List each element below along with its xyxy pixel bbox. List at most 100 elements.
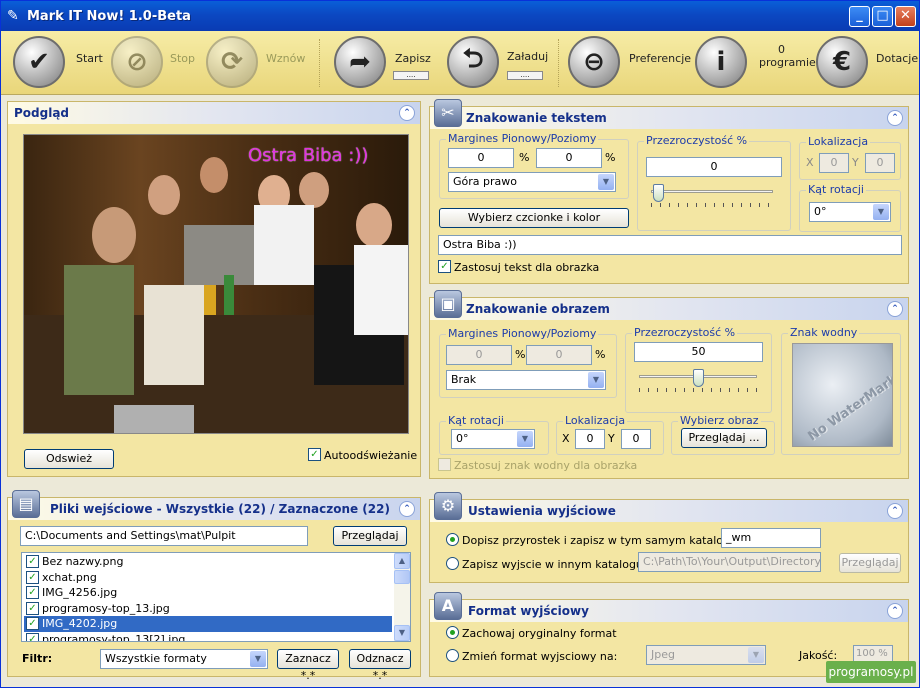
deselect-all-button[interactable]: Odznacz *.* xyxy=(349,649,411,682)
image-margins-label: Margines Pionowy/Poziomy xyxy=(446,327,599,340)
about-count: 0 xyxy=(778,43,785,56)
file-checkbox[interactable]: ✓ xyxy=(26,601,39,615)
text-rotation-value: 0° xyxy=(814,205,827,218)
text-transparency-label: Przezroczystość % xyxy=(644,134,750,147)
refresh-button[interactable]: Odswież xyxy=(24,449,114,469)
minimize-button[interactable]: _ xyxy=(849,6,870,27)
chevron-down-icon: ▼ xyxy=(250,651,266,667)
settings-icon: ⚙ xyxy=(434,492,462,520)
text-margin-v-input[interactable]: 0 xyxy=(448,148,514,168)
output-dir-input[interactable]: C:\Path\To\Your\Output\Directory xyxy=(638,552,821,572)
list-item[interactable]: ✓ Bez nazwy.png xyxy=(24,554,392,570)
watermark-placeholder: No WaterMark Loaded xyxy=(805,344,893,445)
select-all-button[interactable]: Zaznacz *.* xyxy=(277,649,339,682)
save-button[interactable]: ➦ xyxy=(334,36,386,88)
browse-image-button[interactable]: Przeglądaj ... xyxy=(681,428,767,448)
list-item[interactable]: ✓ programosy-top_13[2].jpg xyxy=(24,632,392,641)
file-checkbox[interactable]: ✓ xyxy=(26,555,39,568)
donate-button[interactable]: € xyxy=(816,36,868,88)
back-arrow-icon: ⮌ xyxy=(462,44,484,74)
image-loc-y-input[interactable]: 0 xyxy=(621,429,651,449)
list-item[interactable]: ✓ IMG_4202.jpg xyxy=(24,616,392,632)
apply-text-label: Zastosuj tekst dla obrazka xyxy=(454,261,600,274)
input-path-field[interactable]: C:\Documents and Settings\mat\Pulpit xyxy=(20,526,308,546)
list-item[interactable]: ✓ IMG_4256.jpg xyxy=(24,585,392,601)
loc-y-label: Y xyxy=(852,156,859,169)
keep-format-radio[interactable] xyxy=(446,626,459,639)
browse-output-button[interactable]: Przeglądaj xyxy=(839,553,901,573)
collapse-icon[interactable]: ⌃ xyxy=(887,301,903,317)
file-checkbox[interactable]: ✓ xyxy=(26,570,39,584)
preferences-label: Preferencje xyxy=(629,52,692,65)
browse-input-button[interactable]: Przeglądaj xyxy=(333,526,407,546)
close-button[interactable]: ✕ xyxy=(895,6,916,27)
image-position-select[interactable]: Brak ▼ xyxy=(446,370,606,390)
collapse-icon[interactable]: ⌃ xyxy=(399,501,415,517)
collapse-icon[interactable]: ⌃ xyxy=(887,503,903,519)
change-format-radio[interactable] xyxy=(446,649,459,662)
file-checkbox[interactable]: ✓ xyxy=(26,632,39,641)
filter-select[interactable]: Wszystkie formaty ▼ xyxy=(100,649,268,669)
slider-thumb[interactable] xyxy=(693,369,704,387)
scroll-up-button[interactable]: ▲ xyxy=(394,553,410,569)
text-transparency-slider[interactable] xyxy=(651,184,773,208)
apply-image-checkbox[interactable] xyxy=(438,458,451,471)
list-scrollbar[interactable]: ▲ ▼ xyxy=(394,553,410,641)
image-transparency-label: Przezroczystość % xyxy=(632,326,738,339)
preferences-button[interactable]: ⊖ xyxy=(568,36,620,88)
toolbar: ✔ Start ⊘ Stop ⟳ Wznów ➦ Zapisz .... ⮌ Z… xyxy=(1,31,919,95)
text-transparency-input[interactable]: 0 xyxy=(646,157,782,177)
resume-button[interactable]: ⟳ xyxy=(206,36,258,88)
load-options-button[interactable]: .... xyxy=(507,71,543,80)
list-item[interactable]: ✓ programosy-top_13.jpg xyxy=(24,601,392,617)
image-margin-v-input[interactable]: 0 xyxy=(446,345,512,365)
start-button[interactable]: ✔ xyxy=(13,36,65,88)
toolbar-separator xyxy=(319,39,320,87)
text-rotation-label: Kąt rotacji xyxy=(806,183,866,196)
format-select[interactable]: Jpeg ▼ xyxy=(646,645,766,665)
text-loc-y-input[interactable]: 0 xyxy=(865,153,895,173)
text-loc-x-input[interactable]: 0 xyxy=(819,153,849,173)
tools-icon: ✂ xyxy=(434,99,462,127)
scroll-thumb[interactable] xyxy=(394,570,410,584)
watermark-text-input[interactable]: Ostra Biba :)) xyxy=(438,235,902,255)
suffix-input[interactable]: _wm xyxy=(721,528,821,548)
format-value: Jpeg xyxy=(651,648,675,661)
text-position-select[interactable]: Góra prawo ▼ xyxy=(448,172,616,192)
about-button[interactable]: i xyxy=(695,36,747,88)
image-transparency-input[interactable]: 50 xyxy=(634,342,763,362)
maximize-button[interactable]: □ xyxy=(872,6,893,27)
list-item[interactable]: ✓ xchat.png xyxy=(24,570,392,586)
image-transparency-slider[interactable] xyxy=(639,369,757,393)
image-margin-h-input[interactable]: 0 xyxy=(526,345,592,365)
collapse-icon[interactable]: ⌃ xyxy=(399,105,415,121)
save-options-button[interactable]: .... xyxy=(393,71,429,80)
other-dir-radio[interactable] xyxy=(446,557,459,570)
file-name: Bez nazwy.png xyxy=(42,555,124,568)
picture-icon: ▣ xyxy=(434,290,462,318)
same-dir-radio[interactable] xyxy=(446,533,459,546)
toolbar-separator xyxy=(558,39,559,87)
loc-y-label: Y xyxy=(608,432,615,445)
photo-image xyxy=(24,135,408,433)
auto-refresh-checkbox[interactable]: ✓ xyxy=(308,448,321,461)
slider-thumb[interactable] xyxy=(653,184,664,202)
collapse-icon[interactable]: ⌃ xyxy=(887,603,903,619)
load-button[interactable]: ⮌ xyxy=(447,36,499,88)
choose-font-button[interactable]: Wybierz czcionke i kolor xyxy=(439,208,629,228)
image-loc-x-input[interactable]: 0 xyxy=(575,429,605,449)
text-rotation-select[interactable]: 0° ▼ xyxy=(809,202,891,222)
scroll-down-button[interactable]: ▼ xyxy=(394,625,410,641)
image-rotation-select[interactable]: 0° ▼ xyxy=(451,429,535,449)
collapse-icon[interactable]: ⌃ xyxy=(887,110,903,126)
stop-button[interactable]: ⊘ xyxy=(111,36,163,88)
image-rotation-label: Kąt rotacji xyxy=(446,414,506,427)
apply-text-checkbox[interactable]: ✓ xyxy=(438,260,451,273)
text-margin-h-input[interactable]: 0 xyxy=(536,148,602,168)
refresh-icon: ⟳ xyxy=(221,47,243,77)
input-files-title: Pliki wejściowe - Wszystkie (22) / Zazna… xyxy=(50,502,390,516)
image-rotation-value: 0° xyxy=(456,432,469,445)
file-checkbox[interactable]: ✓ xyxy=(26,586,39,599)
text-mark-title: Znakowanie tekstem xyxy=(466,111,607,125)
file-checkbox[interactable]: ✓ xyxy=(26,617,39,630)
